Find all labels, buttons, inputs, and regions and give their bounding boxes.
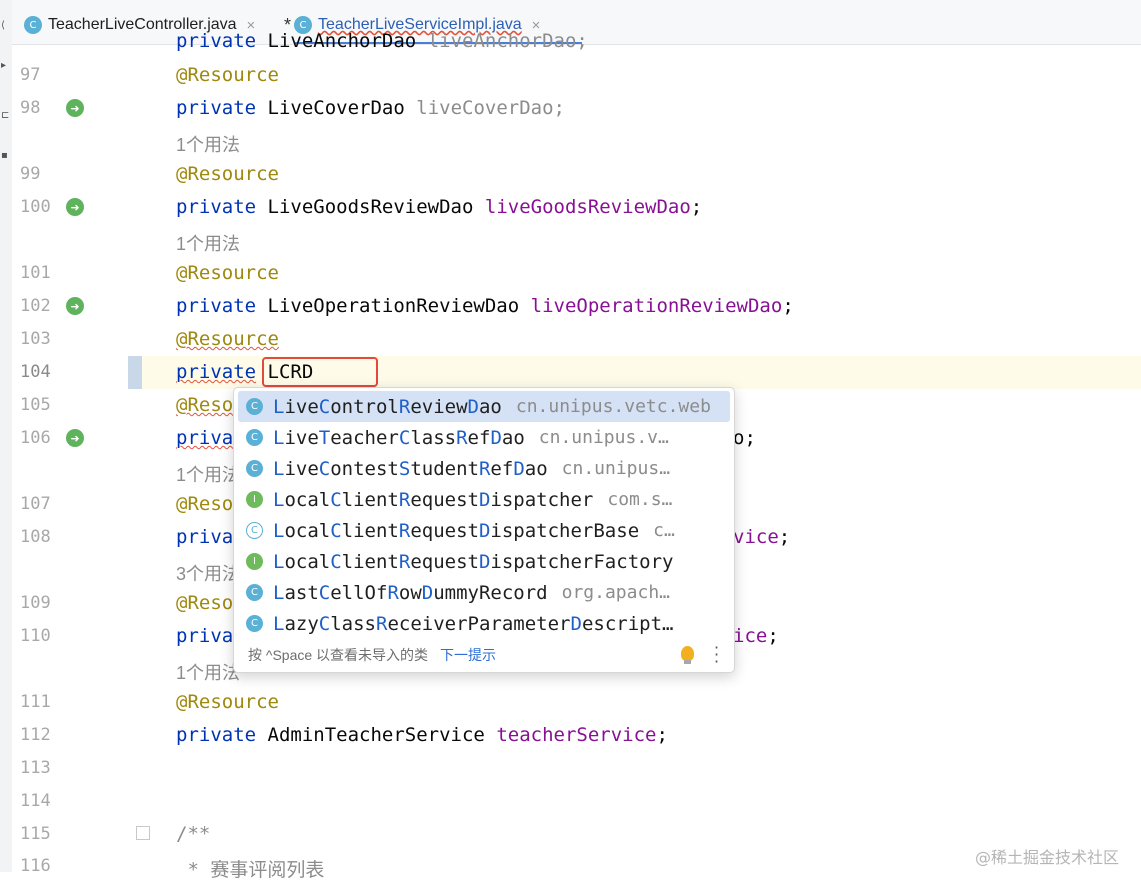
usage-hint[interactable]: 1个用法 [176,131,240,157]
completion-item-name: LastCellOfRowDummyRecord [273,581,548,604]
line-number: 104 [20,362,51,382]
completion-item-package: org.apach… [561,582,670,603]
completion-item-package: cn.unipus… [561,458,671,479]
abstract-class-icon: C [246,522,263,539]
class-c-icon: C [246,398,263,415]
line-number: 114 [20,791,51,811]
line-number: 99 [20,164,41,184]
completion-item[interactable]: C LastCellOfRowDummyRecord org.apach… [238,577,730,608]
injected-bean-icon[interactable]: ➜ [66,198,84,216]
completion-footer: 按 ^Space 以查看未导入的类 下一提示 · · · [234,638,734,672]
completion-item[interactable]: C LocalClientRequestDispatcherBase c… [238,515,730,546]
line-number: 110 [20,626,51,646]
completion-item-package: com.s… [607,489,673,510]
code-line-comment[interactable]: /** [176,823,210,845]
lightbulb-base [684,660,691,664]
completion-item[interactable]: C LiveTeacherClassRefDao cn.unipus.v… [238,422,730,453]
completion-item-name: LocalClientRequestDispatcherBase [273,519,640,542]
code-line[interactable]: @Resource [176,262,279,284]
fold-marker-icon[interactable] [136,826,150,840]
completion-item-package: c… [653,520,675,541]
code-line[interactable]: private LiveAnchorDao liveAnchorDao; [176,30,588,52]
line-number: 105 [20,395,51,415]
code-line[interactable]: private LiveGoodsReviewDao liveGoodsRevi… [176,196,702,218]
interface-i-icon: I [246,553,263,570]
more-vertical-icon[interactable]: · · · [714,640,719,670]
next-tip-link[interactable]: 下一提示 [440,645,496,665]
injected-bean-icon[interactable]: ➜ [66,297,84,315]
completion-item-name: LiveControlReviewDao [273,395,502,418]
usage-hint[interactable]: 1个用法 [176,659,240,685]
typed-text-highlight-box [262,357,378,387]
line-number: 97 [20,65,41,85]
line-number: 116 [20,856,51,876]
completion-footer-hint: 按 ^Space 以查看未导入的类 [248,647,429,663]
class-c-icon: C [246,429,263,446]
line-number: 98 [20,98,41,118]
usage-hint[interactable]: 3个用法 [176,560,240,586]
completion-item-name: LiveTeacherClassRefDao [273,426,525,449]
code-line[interactable]: private LiveOperationReviewDao liveOpera… [176,295,794,317]
line-number: 103 [20,329,51,349]
code-line-comment[interactable]: * 赛事评阅列表 [176,855,324,882]
code-line-tail[interactable]: ice; [733,625,779,647]
code-line[interactable]: @Reso [176,592,233,614]
class-c-icon: C [246,615,263,632]
class-c-icon: C [246,460,263,477]
watermark: @稀土掘金技术社区 [975,848,1120,867]
injected-bean-icon[interactable]: ➜ [66,429,84,447]
usage-hint[interactable]: 1个用法 [176,461,240,487]
completion-item-package: cn.unipus.v… [538,427,669,448]
line-number: 102 [20,296,51,316]
code-line[interactable]: @Resource [176,691,279,713]
line-number: 112 [20,725,51,745]
completion-item[interactable]: C LiveControlReviewDao cn.unipus.vetc.web [238,391,730,422]
tool-strip-icon[interactable]: ⟨ [1,20,5,31]
tool-strip-arrow-icon[interactable]: ▸ [1,60,6,71]
tool-strip-marker-icon: ▪ [1,150,8,161]
code-line[interactable]: private LiveCoverDao liveCoverDao; [176,97,565,119]
line-number: 115 [20,824,51,844]
code-completion-popup[interactable]: C LiveControlReviewDao cn.unipus.vetc.web C… [233,387,735,673]
completion-item[interactable]: C LazyClassReceiverParameterDescript… [238,608,730,639]
completion-item[interactable]: I LocalClientRequestDispatcher com.s… [238,484,730,515]
code-line[interactable]: @Resource [176,64,279,86]
interface-i-icon: I [246,491,263,508]
code-line[interactable]: private AdminTeacherService teacherServi… [176,724,668,746]
completion-item-name: LocalClientRequestDispatcher [273,488,594,511]
usage-hint[interactable]: 1个用法 [176,230,240,256]
completion-item[interactable]: I LocalClientRequestDispatcherFactory [238,546,730,577]
line-number: 113 [20,758,51,778]
line-number: 101 [20,263,51,283]
lightbulb-icon[interactable] [681,646,694,661]
tool-strip-icon[interactable]: ⊏ [1,110,9,121]
line-number: 107 [20,494,51,514]
line-number: 106 [20,428,51,448]
completion-item-name: LocalClientRequestDispatcherFactory [273,550,674,573]
completion-item-package: cn.unipus.vetc.web [515,396,711,417]
code-line[interactable]: @Resource [176,163,279,185]
line-number: 100 [20,197,51,217]
class-c-icon: C [24,16,42,34]
code-line[interactable]: priva [176,427,233,449]
current-line-gutter-marker [128,356,142,389]
injected-bean-icon[interactable]: ➜ [66,99,84,117]
line-number: 108 [20,527,51,547]
code-line-tail[interactable]: o; [733,427,756,449]
line-number: 111 [20,692,51,712]
completion-item-name: LiveContestStudentRefDao [273,457,548,480]
code-line-tail[interactable]: vice; [733,526,790,548]
code-line[interactable]: @Resource [176,328,279,350]
code-line[interactable]: priva [176,625,233,647]
code-line[interactable]: @Reso [176,493,233,515]
completion-item[interactable]: C LiveContestStudentRefDao cn.unipus… [238,453,730,484]
line-number: 109 [20,593,51,613]
completion-item-name: LazyClassReceiverParameterDescript… [273,612,674,635]
class-c-icon: C [246,584,263,601]
code-line[interactable]: @Reso [176,394,233,416]
